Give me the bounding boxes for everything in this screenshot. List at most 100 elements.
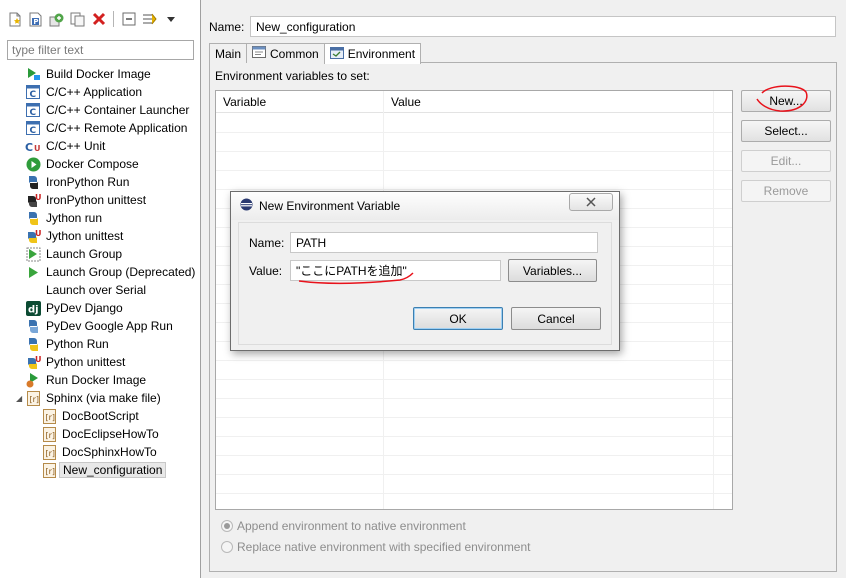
export-icon[interactable] (48, 11, 65, 28)
append-env-radio[interactable]: Append environment to native environment (221, 519, 466, 533)
tab-environment[interactable]: Environment (323, 43, 422, 64)
close-icon (586, 197, 596, 207)
column-header-filler (714, 91, 732, 113)
svg-text:U: U (35, 193, 41, 202)
svg-text:[r]: [r] (45, 467, 55, 476)
new-launch-config-icon[interactable] (6, 11, 23, 28)
sphinx-icon: [r] (41, 444, 57, 460)
svg-text:C: C (25, 141, 33, 153)
tree-item-label: Python Run (46, 337, 109, 351)
tree-item-python-run[interactable]: Python Run (0, 335, 200, 353)
tree-item-label: C/C++ Unit (46, 139, 106, 153)
remove-variable-button[interactable]: Remove (741, 180, 831, 202)
expand-arrow-icon[interactable]: ◢ (16, 394, 22, 403)
variable-value-input[interactable] (290, 260, 501, 281)
row-divider (216, 493, 732, 494)
delete-icon[interactable] (90, 11, 107, 28)
tree-item-cpp-remote-application[interactable]: C C/C++ Remote Application (0, 119, 200, 137)
svg-text:P: P (33, 18, 38, 26)
ok-button[interactable]: OK (413, 307, 503, 330)
variable-name-label: Name: (249, 236, 285, 250)
tree-item-new-configuration[interactable]: [r] New_configuration (0, 461, 200, 479)
collapse-all-icon[interactable] (120, 11, 137, 28)
radio-selected-icon (221, 520, 233, 532)
launch-config-tree: Build Docker Image C C/C++ Application C… (0, 65, 200, 479)
tree-item-sphinx-make-file[interactable]: ◢ [r] Sphinx (via make file) (0, 389, 200, 407)
cancel-button[interactable]: Cancel (511, 307, 601, 330)
row-divider (216, 455, 732, 456)
environment-tab-icon (329, 46, 344, 62)
replace-env-radio[interactable]: Replace native environment with specifie… (221, 540, 531, 554)
launch-group-icon (25, 264, 41, 280)
tree-item-cpp-application[interactable]: C C/C++ Application (0, 83, 200, 101)
tree-item-build-docker-image[interactable]: Build Docker Image (0, 65, 200, 83)
edit-variable-button[interactable]: Edit... (741, 150, 831, 172)
tree-item-launch-group-deprecated[interactable]: Launch Group (Deprecated) (0, 263, 200, 281)
variable-name-input[interactable] (290, 232, 598, 253)
tree-item-label: IronPython unittest (46, 193, 147, 207)
tab-common[interactable]: Common (246, 43, 325, 63)
replace-env-label: Replace native environment with specifie… (237, 540, 531, 554)
tree-item-label: PyDev Google App Run (46, 319, 173, 333)
tree-item-ironpython-run[interactable]: IronPython Run (0, 173, 200, 191)
tab-main-label: Main (215, 46, 242, 61)
blank-icon (25, 282, 41, 298)
tree-item-ironpython-unittest[interactable]: U IronPython unittest (0, 191, 200, 209)
column-divider (713, 91, 714, 509)
tree-item-pydev-django[interactable]: dj PyDev Django (0, 299, 200, 317)
tree-item-jython-run[interactable]: Jython run (0, 209, 200, 227)
variable-value-label: Value: (249, 264, 283, 278)
tree-item-cpp-unit[interactable]: CU C/C++ Unit (0, 137, 200, 155)
duplicate-icon[interactable] (69, 11, 86, 28)
tree-item-jython-unittest[interactable]: U Jython unittest (0, 227, 200, 245)
python-run-icon (25, 336, 41, 352)
dialog-titlebar[interactable]: New Environment Variable (231, 192, 619, 220)
tree-item-docsphinxhowto[interactable]: [r] DocSphinxHowTo (0, 443, 200, 461)
config-name-input[interactable] (250, 16, 836, 37)
svg-text:U: U (35, 355, 41, 364)
new-variable-button[interactable]: New... (741, 90, 831, 112)
view-menu-icon[interactable] (162, 11, 179, 28)
tree-item-launch-group[interactable]: Launch Group (0, 245, 200, 263)
column-header-variable[interactable]: Variable (216, 91, 384, 113)
tree-item-label: Run Docker Image (46, 373, 147, 387)
svg-text:[r]: [r] (45, 449, 55, 458)
dialog-close-button[interactable] (569, 193, 613, 211)
tree-item-label: DocBootScript (62, 409, 139, 423)
common-tab-icon (252, 46, 267, 61)
tree-item-label: Sphinx (via make file) (46, 391, 161, 405)
tree-item-label: New_configuration (59, 462, 167, 478)
svg-text:U: U (34, 144, 41, 153)
tab-environment-label: Environment (347, 47, 416, 61)
tree-item-run-docker-image[interactable]: Run Docker Image (0, 371, 200, 389)
filter-input[interactable] (7, 40, 194, 60)
row-divider (216, 170, 732, 171)
new-prototype-icon[interactable]: P (27, 11, 44, 28)
select-variable-button[interactable]: Select... (741, 120, 831, 142)
dialog-body: Name: Value: Variables... OK Cancel (238, 222, 612, 345)
python-unittest-icon: U (25, 192, 41, 208)
column-header-value[interactable]: Value (384, 91, 714, 113)
tree-item-python-unittest[interactable]: U Python unittest (0, 353, 200, 371)
tree-item-doceclipsehowto[interactable]: [r] DocEclipseHowTo (0, 425, 200, 443)
tab-main[interactable]: Main (209, 43, 248, 63)
row-divider (216, 398, 732, 399)
tree-item-docker-compose[interactable]: Docker Compose (0, 155, 200, 173)
new-env-variable-dialog: New Environment Variable Name: Value: Va… (230, 191, 620, 351)
sphinx-icon: [r] (41, 426, 57, 442)
tree-item-pydev-google-app-run[interactable]: PyDev Google App Run (0, 317, 200, 335)
append-env-label: Append environment to native environment (237, 519, 466, 533)
django-icon: dj (25, 300, 41, 316)
row-divider (216, 436, 732, 437)
config-tabs: Main Common Environment (209, 43, 422, 64)
variables-button[interactable]: Variables... (508, 259, 597, 282)
tree-item-cpp-container-launcher[interactable]: C C/C++ Container Launcher (0, 101, 200, 119)
tree-item-launch-over-serial[interactable]: Launch over Serial (0, 281, 200, 299)
c-unit-icon: CU (25, 138, 41, 154)
tree-item-docbootscript[interactable]: [r] DocBootScript (0, 407, 200, 425)
svg-text:U: U (35, 229, 41, 238)
svg-text:C: C (30, 90, 37, 99)
filter-icon[interactable] (141, 11, 158, 28)
row-divider (216, 132, 732, 133)
svg-text:[r]: [r] (45, 413, 55, 422)
